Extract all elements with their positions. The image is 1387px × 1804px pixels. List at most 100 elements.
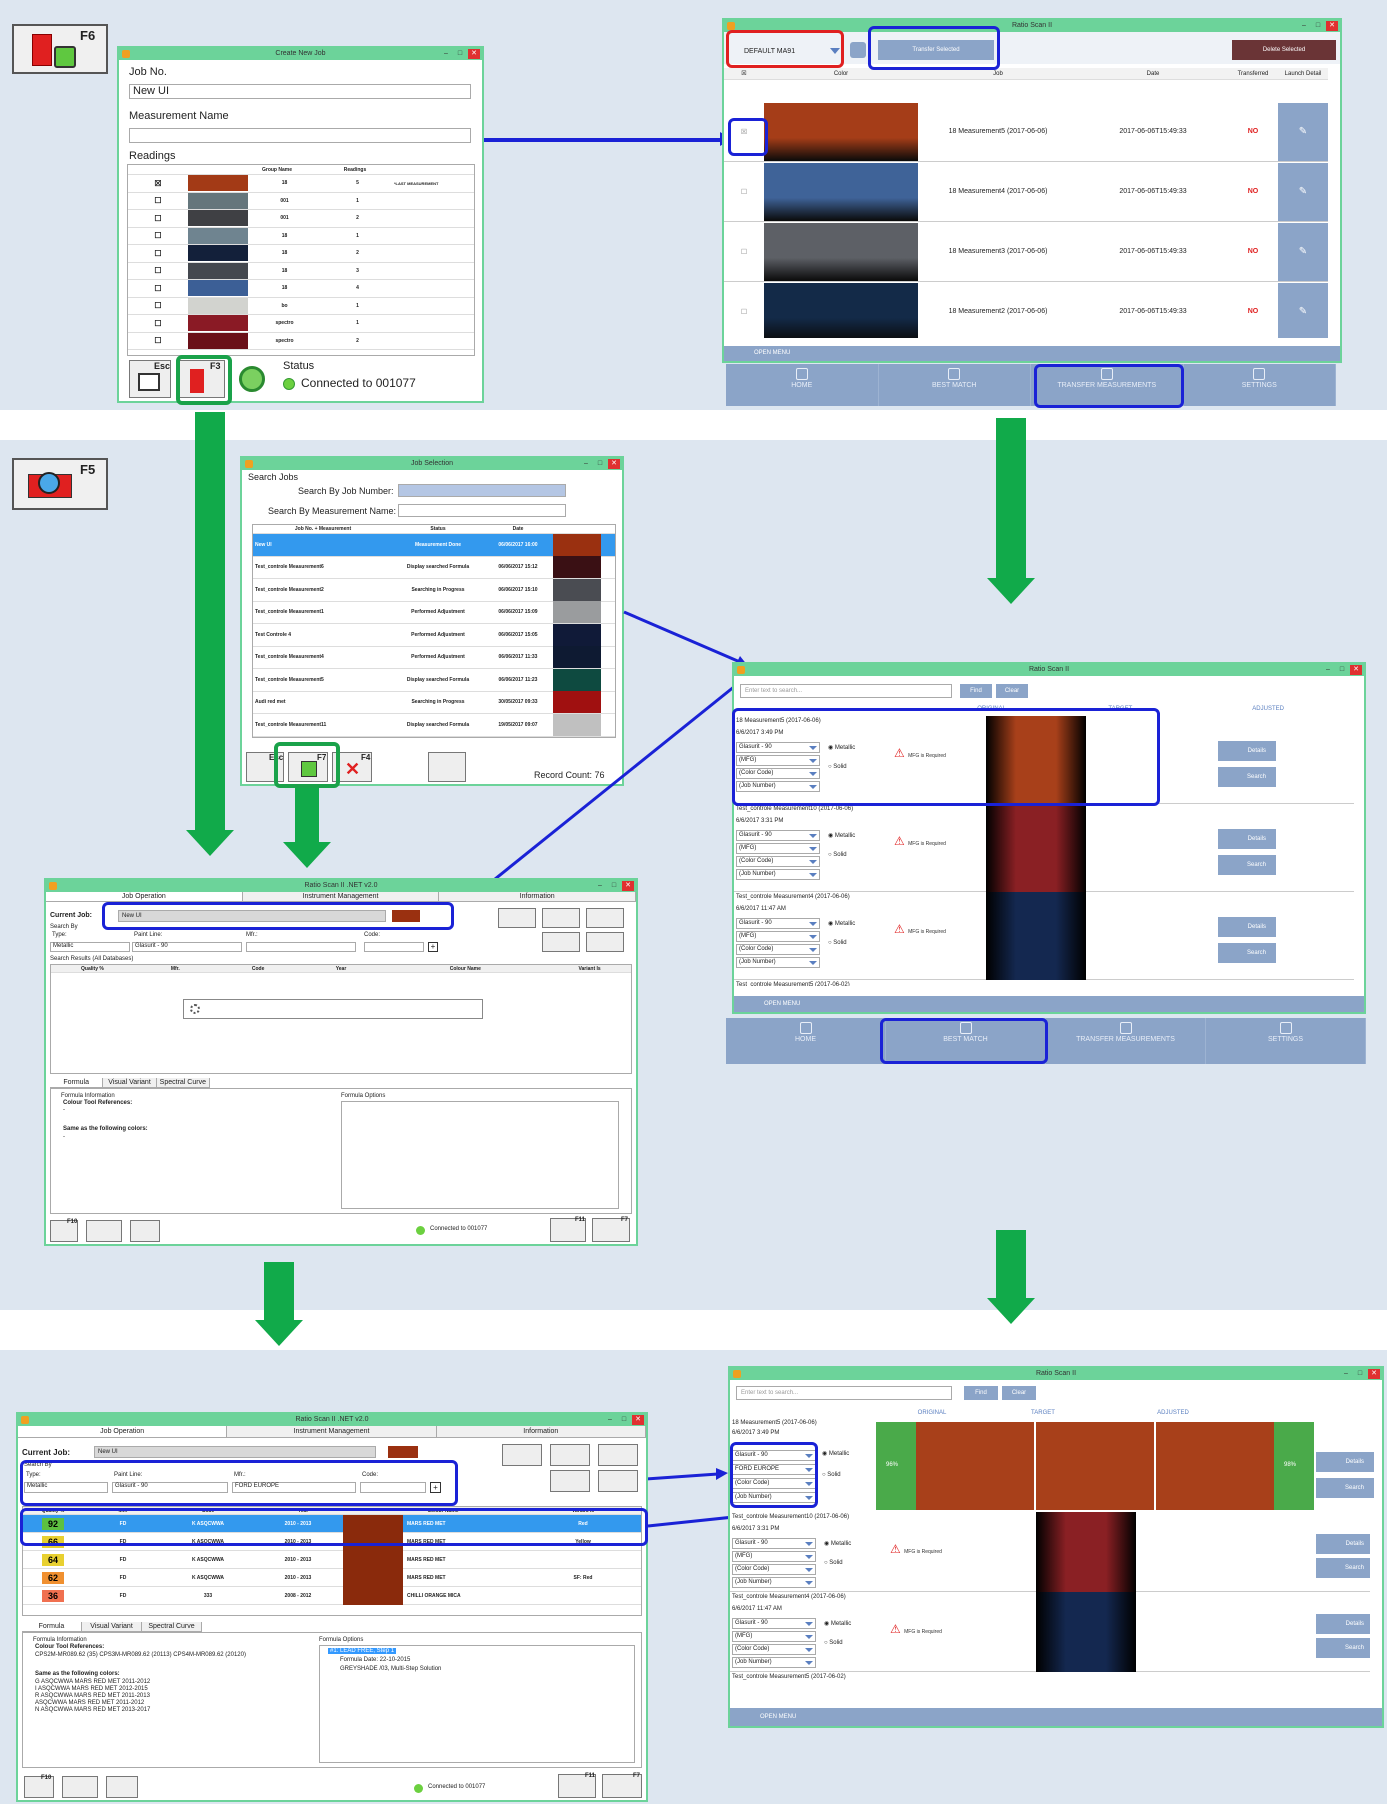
search-button[interactable]: Search: [1218, 943, 1276, 964]
minimize-icon[interactable]: –: [604, 1415, 616, 1425]
color-code-select[interactable]: (Color Code): [736, 856, 820, 867]
search-input[interactable]: Enter text to search...: [736, 1386, 952, 1400]
measure-button[interactable]: [598, 1444, 638, 1466]
table-row[interactable]: 64 FD K ASQCWWA 2010 - 2013 MARS RED MET: [23, 1550, 641, 1569]
mfr-select[interactable]: (MFG): [736, 843, 820, 854]
table-row[interactable]: 36 FD 333 2008 - 2012 CHILLI ORANGE MICA: [23, 1586, 641, 1605]
paint-line-select[interactable]: Glasurit - 90: [732, 1618, 816, 1629]
new-job-button[interactable]: [550, 1444, 590, 1466]
new-job-button[interactable]: [542, 908, 580, 928]
solid-radio[interactable]: ○ Solid: [828, 852, 847, 858]
paint-line-select[interactable]: Glasurit - 90: [736, 918, 820, 929]
f11-button[interactable]: F11: [550, 1217, 586, 1242]
metallic-radio[interactable]: ◉ Metallic: [828, 832, 855, 839]
minimize-icon[interactable]: –: [594, 881, 606, 891]
open-menu-bar[interactable]: OPEN MENU: [730, 1708, 1382, 1726]
clear-button[interactable]: Clear: [1002, 1386, 1036, 1400]
metallic-radio[interactable]: ◉ Metallic: [822, 1450, 849, 1457]
tab-spectral-curve[interactable]: Spectral Curve: [142, 1622, 202, 1631]
details-button[interactable]: Details: [1316, 1452, 1374, 1472]
table-row[interactable]: 62 FD K ASQCWWA 2010 - 2013 MARS RED MET SF: …: [23, 1568, 641, 1587]
formula-options-box[interactable]: #1: LEAD FREE, Step 1 Formula Date: 22-1…: [319, 1645, 635, 1763]
paint-line-select[interactable]: Glasurit - 90: [736, 830, 820, 841]
jobs-button[interactable]: [62, 1776, 98, 1798]
job-number-select[interactable]: (Job Number): [732, 1577, 816, 1588]
tab-instrument[interactable]: Instrument Management: [243, 892, 440, 901]
solid-radio[interactable]: ○ Solid: [828, 940, 847, 946]
search-button[interactable]: Search: [1316, 1638, 1370, 1659]
formula-options-box[interactable]: [341, 1101, 619, 1209]
close-icon[interactable]: ✕: [622, 881, 634, 891]
details-button[interactable]: Details: [1316, 1534, 1370, 1555]
details-button[interactable]: Details: [1218, 916, 1276, 937]
close-icon[interactable]: ✕: [1368, 1369, 1380, 1379]
tab-instrument[interactable]: Instrument Management: [227, 1426, 437, 1437]
tab-formula-info[interactable]: Formula Information: [22, 1622, 82, 1640]
maximize-icon[interactable]: □: [1354, 1369, 1366, 1379]
metallic-radio[interactable]: ◉ Metallic: [824, 1540, 851, 1547]
search-button[interactable]: Search: [1316, 1558, 1370, 1579]
report-button[interactable]: [598, 1470, 638, 1492]
add-icon[interactable]: +: [428, 942, 438, 952]
solid-radio[interactable]: ○ Solid: [824, 1560, 843, 1566]
report-button[interactable]: [586, 932, 624, 952]
maximize-icon[interactable]: □: [608, 881, 620, 891]
home-button[interactable]: F10: [24, 1775, 54, 1798]
instrument-button[interactable]: [106, 1776, 138, 1798]
mfr-select[interactable]: (MFG): [732, 1551, 816, 1562]
color-code-select[interactable]: (Color Code): [732, 1644, 816, 1655]
nav-home[interactable]: HOME: [726, 1018, 886, 1064]
details-button[interactable]: Details: [1218, 740, 1276, 761]
f11-button[interactable]: F11: [558, 1773, 596, 1798]
tab-visual-variant[interactable]: Visual Variant: [82, 1622, 142, 1631]
details-button[interactable]: Details: [1316, 1614, 1370, 1635]
mfr-select[interactable]: (MFG): [736, 931, 820, 942]
search-button[interactable]: Search: [1218, 855, 1276, 876]
job-number-select[interactable]: (Job Number): [732, 1657, 816, 1668]
metallic-radio[interactable]: ◉ Metallic: [828, 920, 855, 927]
jobs-button[interactable]: [86, 1220, 122, 1242]
metallic-radio[interactable]: ◉ Metallic: [824, 1620, 851, 1627]
search-button[interactable]: Search: [1316, 1478, 1374, 1498]
clear-button[interactable]: Clear: [996, 684, 1028, 698]
minimize-icon[interactable]: –: [1322, 665, 1334, 675]
job-number-select[interactable]: (Job Number): [736, 957, 820, 968]
maximize-icon[interactable]: □: [1336, 665, 1348, 675]
nav-transfer[interactable]: TRANSFER MEASUREMENTS: [1046, 1018, 1206, 1064]
code-input[interactable]: [364, 942, 424, 952]
f7-button[interactable]: F7: [592, 1217, 630, 1242]
tab-job-operation[interactable]: Job Operation: [18, 1426, 228, 1437]
instrument-button[interactable]: [130, 1220, 160, 1242]
formula-option-1[interactable]: #1: LEAD FREE, Step 1: [328, 1648, 397, 1654]
color-code-select[interactable]: (Color Code): [736, 944, 820, 955]
search-job-button[interactable]: [498, 908, 536, 928]
tab-visual-variant[interactable]: Visual Variant: [103, 1078, 157, 1087]
tab-information[interactable]: Information: [439, 892, 637, 901]
search-job-button[interactable]: [502, 1444, 542, 1466]
details-button[interactable]: Details: [1218, 828, 1276, 849]
tab-spectral-curve[interactable]: Spectral Curve: [157, 1078, 210, 1087]
close-icon[interactable]: ✕: [632, 1415, 644, 1425]
solid-radio[interactable]: ○ Solid: [824, 1640, 843, 1646]
tab-job-operation[interactable]: Job Operation: [46, 892, 243, 901]
f7-button[interactable]: F7: [602, 1773, 642, 1798]
open-menu-bar[interactable]: OPEN MENU: [734, 996, 1364, 1012]
close-icon[interactable]: ✕: [1350, 665, 1362, 675]
maximize-icon[interactable]: □: [618, 1415, 630, 1425]
paint-line-select[interactable]: Glasurit - 90: [732, 1538, 816, 1549]
search-input[interactable]: Enter text to search...: [740, 684, 952, 698]
tab-formula-info[interactable]: Formula Information: [50, 1078, 104, 1096]
search-button[interactable]: Search: [1218, 767, 1276, 788]
paint-line-select[interactable]: Glasurit - 90: [132, 942, 242, 952]
type-select[interactable]: Metallic: [50, 942, 130, 952]
mfr-select[interactable]: (MFG): [732, 1631, 816, 1642]
adjust-button[interactable]: [550, 1470, 590, 1492]
adjust-button[interactable]: [542, 932, 580, 952]
find-button[interactable]: Find: [964, 1386, 998, 1400]
home-button[interactable]: F10: [50, 1219, 78, 1242]
find-button[interactable]: Find: [960, 684, 992, 698]
formula-option-greyshade[interactable]: GREYSHADE /03, Multi-Step Solution: [340, 1666, 441, 1672]
measure-button[interactable]: [586, 908, 624, 928]
mfr-select[interactable]: [246, 942, 356, 952]
color-code-select[interactable]: (Color Code): [732, 1564, 816, 1575]
